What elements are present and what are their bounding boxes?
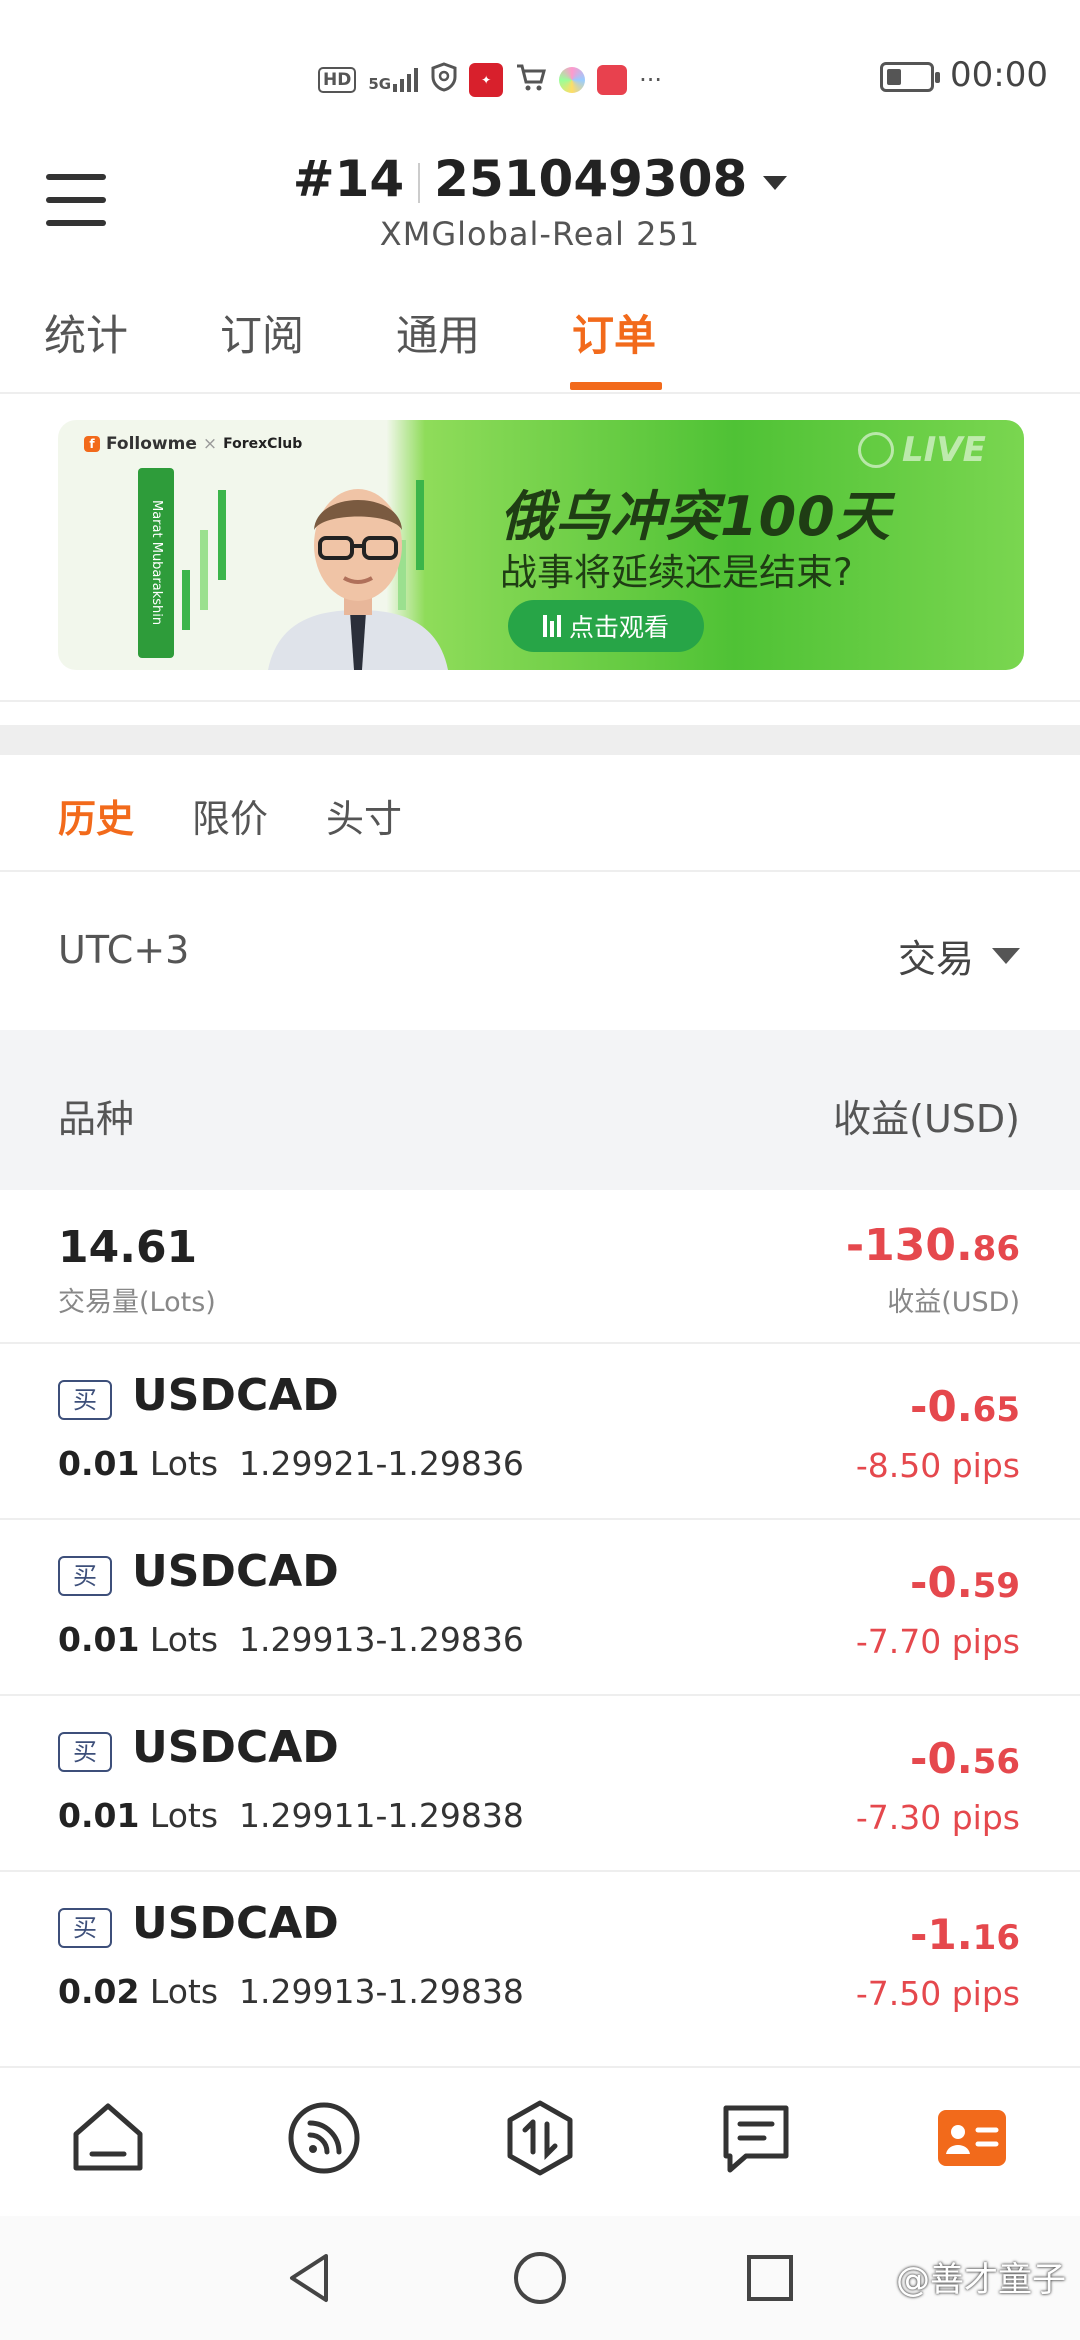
- more-dots-icon: ···: [639, 66, 662, 94]
- banner-subtitle: 战事将延续还是结束?: [500, 551, 853, 594]
- battery-icon: [880, 62, 940, 92]
- section-gap: [0, 725, 1080, 755]
- side-badge: 买: [58, 1380, 112, 1420]
- tab-subscribe[interactable]: 订阅: [220, 302, 304, 363]
- divider: [0, 392, 1080, 394]
- caret-down-icon: [992, 947, 1020, 964]
- candle-decoration: [218, 490, 226, 580]
- banner-partner: ForexClub: [223, 436, 303, 452]
- account-prefix: #14: [292, 150, 405, 208]
- vpn-shield-icon: [431, 62, 457, 98]
- back-icon[interactable]: [280, 2248, 340, 2308]
- candle-decoration: [182, 570, 190, 630]
- recents-icon[interactable]: [740, 2248, 800, 2308]
- type-filter-label: 交易: [897, 937, 974, 981]
- candle-decoration: [200, 530, 208, 610]
- divider: [0, 700, 1080, 702]
- trade-icon[interactable]: [500, 2098, 580, 2178]
- top-tabs: 统计 订阅 通用 订单: [0, 290, 1080, 390]
- type-filter[interactable]: 交易: [898, 928, 1020, 983]
- total-volume-label: 交易量(Lots): [58, 1287, 216, 1318]
- promo-banner[interactable]: f Followme × ForexClub Marat Mubarakshin…: [58, 420, 1024, 670]
- book-icon: [597, 65, 628, 95]
- feed-icon[interactable]: [284, 2098, 364, 2178]
- app-red-icon: ✦: [469, 63, 504, 97]
- trade-pips: -7.50 pips: [855, 1974, 1020, 2013]
- side-badge: 买: [58, 1908, 112, 1948]
- trade-symbol: USDCAD: [132, 1722, 339, 1773]
- cart-icon: [515, 62, 547, 98]
- live-badge: LIVE: [858, 430, 986, 470]
- tab-stats[interactable]: 统计: [44, 302, 128, 363]
- chevron-down-icon: [763, 175, 788, 190]
- subtab-positions[interactable]: 头寸: [326, 788, 402, 843]
- presenter-photo: [268, 489, 448, 670]
- trade-profit: -0.65: [910, 1382, 1020, 1431]
- signal-5g-icon: 5G: [368, 68, 419, 92]
- trade-detail: 0.02 Lots 1.29913-1.29838: [58, 1972, 524, 2011]
- total-volume: 14.61: [58, 1222, 198, 1273]
- hd-icon: HD: [318, 67, 357, 93]
- color-dot-icon: [559, 67, 586, 93]
- banner-title: 俄乌冲突100天: [500, 485, 891, 548]
- trade-symbol: USDCAD: [132, 1546, 339, 1597]
- trade-pips: -7.30 pips: [855, 1798, 1020, 1837]
- trade-detail: 0.01 Lots 1.29913-1.29836: [58, 1620, 524, 1659]
- trade-row[interactable]: 买 USDCAD 0.01 Lots 1.29911-1.29838 -0.56…: [0, 1696, 1080, 1872]
- account-selector[interactable]: #14 251049308: [0, 150, 1080, 208]
- account-number: 251049308: [434, 150, 748, 208]
- watch-button[interactable]: 点击观看: [508, 600, 704, 652]
- tab-orders[interactable]: 订单: [572, 302, 656, 363]
- side-badge: 买: [58, 1556, 112, 1596]
- side-badge: 买: [58, 1732, 112, 1772]
- total-profit: -130.86: [845, 1220, 1020, 1271]
- banner-brand: Followme: [106, 434, 197, 454]
- notes-icon[interactable]: [716, 2098, 796, 2178]
- clock: 00:00: [950, 55, 1048, 95]
- trade-detail: 0.01 Lots 1.29921-1.29836: [58, 1444, 524, 1483]
- active-tab-indicator: [570, 382, 662, 390]
- followme-logo-icon: f: [84, 436, 100, 452]
- subtab-history[interactable]: 历史: [58, 788, 134, 843]
- subtab-limit[interactable]: 限价: [192, 788, 268, 843]
- home-circle-icon[interactable]: [510, 2248, 570, 2308]
- play-icon: [858, 432, 894, 468]
- trade-pips: -7.70 pips: [855, 1622, 1020, 1661]
- banner-name-vertical: Marat Mubarakshin: [138, 468, 174, 658]
- trade-row[interactable]: 买 USDCAD 0.01 Lots 1.29913-1.29836 -0.59…: [0, 1520, 1080, 1696]
- trade-detail: 0.01 Lots 1.29911-1.29838: [58, 1796, 524, 1835]
- tab-general[interactable]: 通用: [396, 302, 480, 363]
- server-name: XMGlobal-Real 251: [379, 215, 701, 253]
- column-profit: 收益(USD): [833, 1097, 1020, 1141]
- trade-symbol: USDCAD: [132, 1370, 339, 1421]
- trade-profit: -0.59: [910, 1558, 1020, 1607]
- home-icon[interactable]: [68, 2098, 148, 2178]
- trade-pips: -8.50 pips: [855, 1446, 1020, 1485]
- divider: [0, 870, 1080, 872]
- banner-logos: f Followme × ForexClub: [84, 434, 302, 454]
- trade-row[interactable]: 买 USDCAD 0.02 Lots 1.29913-1.29838 -1.16…: [0, 1872, 1080, 2048]
- watermark: @善才童子: [896, 2260, 1066, 2300]
- profile-card-icon[interactable]: [932, 2098, 1012, 2178]
- status-icons: HD 5G ✦ ···: [318, 60, 662, 100]
- total-profit-label: 收益(USD): [887, 1287, 1020, 1318]
- status-bar: HD 5G ✦ ··· 00:00: [0, 0, 1080, 140]
- trade-symbol: USDCAD: [132, 1898, 339, 1949]
- bars-icon: [542, 615, 561, 637]
- timezone-selector[interactable]: UTC+3: [58, 928, 189, 972]
- trade-profit: -0.56: [910, 1734, 1020, 1783]
- column-symbol: 品种: [58, 1097, 135, 1141]
- trade-row[interactable]: 买 USDCAD 0.01 Lots 1.29921-1.29836 -0.65…: [0, 1344, 1080, 1520]
- trade-profit: -1.16: [910, 1910, 1020, 1959]
